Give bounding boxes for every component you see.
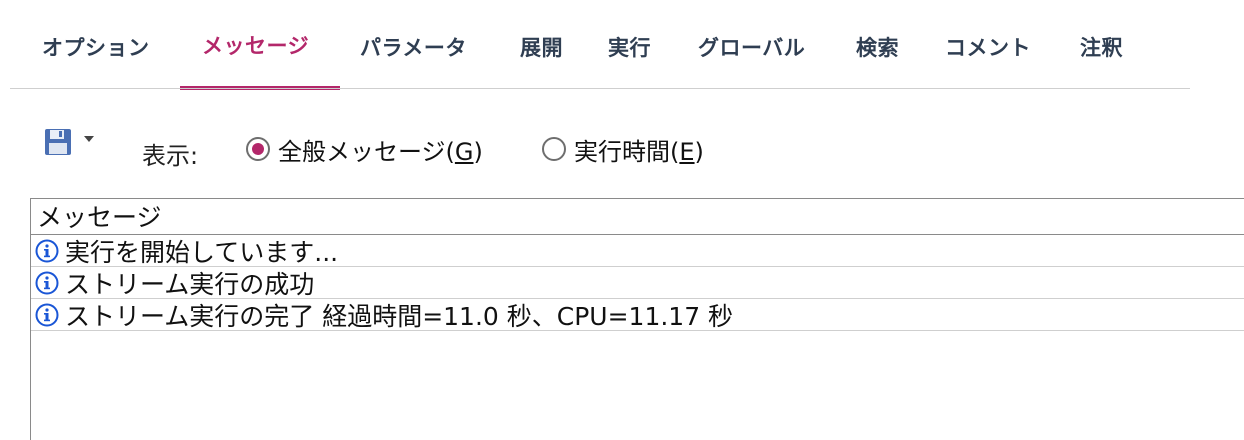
display-label: 表示:	[142, 142, 199, 170]
tab-parameters[interactable]: パラメータ	[360, 32, 467, 90]
tab-bar: オプション メッセージ パラメータ 展開 実行 グローバル 検索 コメント 注釈	[0, 0, 1244, 90]
list-item[interactable]: 実行を開始しています...	[31, 235, 1244, 267]
tab-annotation[interactable]: 注釈	[1080, 32, 1123, 90]
message-text: ストリーム実行の完了 経過時間=11.0 秒、CPU=11.17 秒	[65, 301, 734, 331]
chevron-down-icon[interactable]	[84, 136, 94, 144]
tab-global[interactable]: グローバル	[698, 32, 805, 90]
radio-general-messages[interactable]: 全般メッセージ(G)	[246, 134, 483, 166]
message-text: ストリーム実行の成功	[65, 269, 315, 299]
radio-button-unselected[interactable]	[542, 137, 566, 161]
tab-execute[interactable]: 実行	[608, 32, 651, 90]
list-item[interactable]: ストリーム実行の成功	[31, 267, 1244, 299]
info-icon	[35, 239, 59, 262]
tab-comment[interactable]: コメント	[945, 32, 1031, 90]
radio-button-selected[interactable]	[246, 137, 270, 161]
radio-exec-label: 実行時間(E)	[574, 137, 704, 166]
message-list[interactable]: メッセージ 実行を開始しています... ストリーム実行の成功 ストリーム実行の完…	[30, 198, 1244, 440]
list-item[interactable]: ストリーム実行の完了 経過時間=11.0 秒、CPU=11.17 秒	[31, 299, 1244, 331]
radio-execution-time[interactable]: 実行時間(E)	[542, 134, 704, 166]
info-icon	[35, 303, 59, 326]
info-icon	[35, 271, 59, 294]
save-icon[interactable]	[44, 128, 72, 156]
message-column-header[interactable]: メッセージ	[31, 199, 1244, 235]
tab-expand[interactable]: 展開	[520, 32, 563, 90]
tab-messages[interactable]: メッセージ	[202, 30, 309, 88]
tab-search[interactable]: 検索	[856, 32, 899, 90]
radio-general-label: 全般メッセージ(G)	[278, 137, 483, 166]
tab-options[interactable]: オプション	[42, 32, 150, 90]
tab-divider	[10, 88, 1190, 89]
message-toolbar: 表示: 全般メッセージ(G) 実行時間(E)	[0, 120, 1244, 176]
message-text: 実行を開始しています...	[65, 237, 339, 267]
